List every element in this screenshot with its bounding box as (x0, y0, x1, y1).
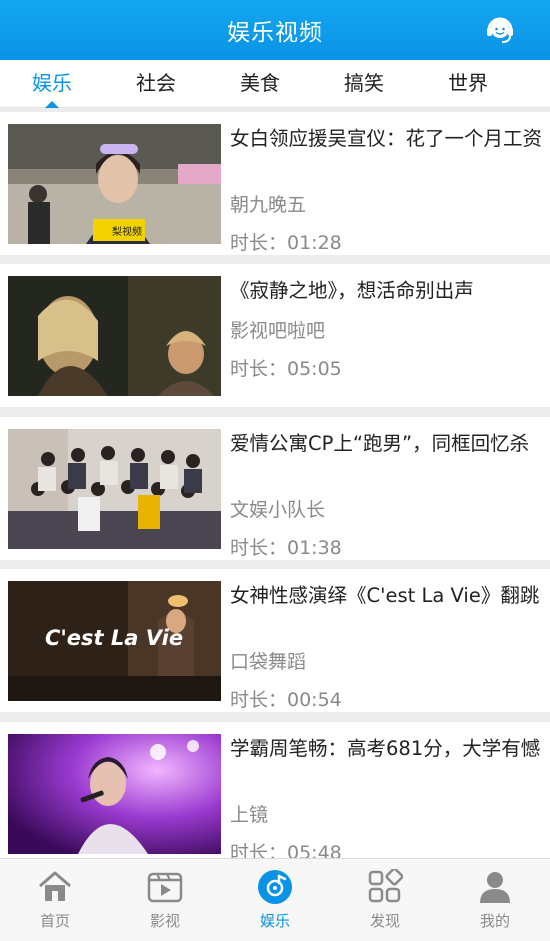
video-title[interactable]: 学霸周笔畅：高考681分，大学有憾 (230, 736, 548, 761)
active-tab-indicator (45, 101, 59, 108)
video-list-item[interactable]: 梨视频 女白领应援吴宣仪：花了一个月工资 朝九晚五 时长：01:28 (0, 112, 550, 255)
nav-label: 首页 (39, 912, 70, 930)
tab-label: 美食 (240, 71, 280, 95)
video-duration: 时长：01:38 (230, 537, 342, 559)
nav-item-home[interactable]: 首页 (0, 859, 110, 941)
tab-label: 娱乐 (32, 71, 72, 95)
video-author: 上镜 (230, 804, 269, 826)
video-thumbnail[interactable] (8, 276, 221, 396)
nav-item-discover[interactable]: 发现 (330, 859, 440, 941)
video-title[interactable]: 女白领应援吴宣仪：花了一个月工资 (230, 126, 548, 151)
nav-label: 娱乐 (259, 912, 290, 930)
app-header: 娱乐视频 (0, 0, 550, 60)
tab-world[interactable]: 世界 (416, 60, 520, 108)
video-list-item[interactable]: 《寂静之地》，想活命别出声 影视吧啦吧 时长：05:05 (0, 264, 550, 407)
pear-video-badge: 梨视频 (112, 225, 142, 238)
video-list-item[interactable]: C'est La Vie 女神性感演绎《C'est La Vie》翻跳 口袋舞蹈… (0, 569, 550, 712)
tab-food[interactable]: 美食 (208, 60, 312, 108)
nav-item-entertainment[interactable]: 娱乐 (220, 859, 330, 941)
home-icon (39, 871, 71, 901)
discover-grid-icon (368, 869, 403, 903)
music-disc-icon (258, 870, 292, 904)
video-duration: 时长：05:48 (230, 842, 342, 858)
video-list[interactable]: 梨视频 女白领应援吴宣仪：花了一个月工资 朝九晚五 时长：01:28 《寂静之地… (0, 108, 550, 858)
video-author: 文娱小队长 (230, 499, 326, 521)
video-title[interactable]: 《寂静之地》，想活命别出声 (230, 278, 548, 303)
video-thumbnail[interactable]: 梨视频 (8, 124, 221, 244)
thumbnail-caption: C'est La Vie (45, 626, 183, 650)
customer-service-icon[interactable] (484, 14, 516, 46)
tab-label: 世界 (448, 71, 488, 95)
tab-entertainment[interactable]: 娱乐 (0, 60, 104, 108)
video-title[interactable]: 爱情公寓CP上“跑男”，同框回忆杀 (230, 431, 548, 456)
page-title: 娱乐视频 (227, 20, 323, 46)
video-author: 影视吧啦吧 (230, 320, 326, 342)
video-duration: 时长：01:28 (230, 232, 342, 254)
user-icon (480, 872, 510, 903)
nav-item-film[interactable]: 影视 (110, 859, 220, 941)
video-thumbnail[interactable] (8, 429, 221, 549)
video-thumbnail[interactable]: C'est La Vie (8, 581, 221, 701)
nav-label: 影视 (149, 912, 180, 930)
video-list-item[interactable]: 学霸周笔畅：高考681分，大学有憾 上镜 时长：05:48 (0, 722, 550, 858)
film-icon (147, 872, 183, 903)
nav-item-profile[interactable]: 我的 (440, 859, 550, 941)
tab-society[interactable]: 社会 (104, 60, 208, 108)
tab-funny[interactable]: 搞笑 (312, 60, 416, 108)
tab-label: 社会 (136, 71, 176, 95)
video-thumbnail[interactable] (8, 734, 221, 854)
video-duration: 时长：05:05 (230, 358, 342, 380)
video-duration: 时长：00:54 (230, 689, 342, 711)
video-author: 口袋舞蹈 (230, 651, 307, 673)
tab-label: 搞笑 (344, 71, 384, 95)
nav-label: 发现 (369, 912, 400, 930)
video-list-item[interactable]: 爱情公寓CP上“跑男”，同框回忆杀 文娱小队长 时长：01:38 (0, 417, 550, 560)
nav-label: 我的 (479, 912, 510, 930)
category-tabs: 娱乐 社会 美食 搞笑 世界 (0, 60, 550, 108)
video-author: 朝九晚五 (230, 194, 307, 216)
video-title[interactable]: 女神性感演绎《C'est La Vie》翻跳 (230, 583, 548, 608)
bottom-navigation: 首页 影视 娱乐 发现 我的 (0, 858, 550, 941)
